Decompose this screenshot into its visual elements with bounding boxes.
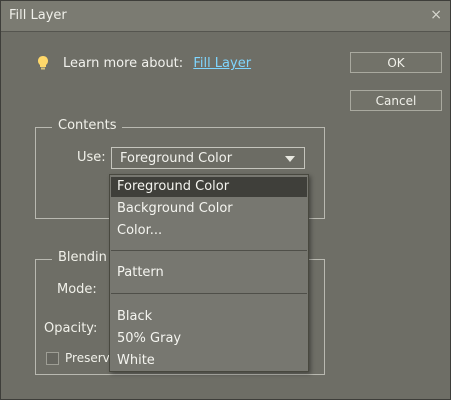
fill-layer-dialog: Fill Layer × Learn more about: Fill Laye…: [0, 0, 451, 400]
preserve-label: Preserv: [65, 351, 110, 365]
dropdown-item-50-gray[interactable]: 50% Gray: [111, 329, 307, 349]
dropdown-item-white[interactable]: White: [111, 351, 307, 371]
mode-label: Mode:: [57, 282, 97, 297]
dropdown-item-background-color[interactable]: Background Color: [111, 199, 307, 219]
blending-title: Blendin: [52, 250, 113, 265]
learn-more-row: Learn more about: Fill Layer: [63, 56, 251, 71]
use-dropdown[interactable]: Foreground Color: [111, 147, 305, 169]
ok-button[interactable]: OK: [350, 52, 442, 73]
title-bar: Fill Layer ×: [1, 1, 450, 32]
close-icon[interactable]: ×: [430, 7, 442, 23]
menu-separator: [111, 293, 307, 294]
dropdown-item-foreground-color[interactable]: Foreground Color: [111, 177, 307, 197]
learn-more-label: Learn more about:: [63, 56, 184, 71]
preserve-checkbox[interactable]: [46, 352, 59, 365]
use-dropdown-value: Foreground Color: [120, 151, 233, 166]
lightbulb-icon: [38, 56, 48, 70]
dropdown-item-black[interactable]: Black: [111, 307, 307, 327]
dialog-title: Fill Layer: [9, 8, 67, 23]
menu-separator: [111, 250, 307, 251]
contents-title: Contents: [52, 118, 123, 133]
use-label: Use:: [77, 150, 106, 165]
chevron-down-icon: [285, 156, 295, 162]
use-dropdown-menu: Foreground Color Background Color Color.…: [109, 174, 309, 372]
learn-more-link[interactable]: Fill Layer: [193, 56, 251, 71]
opacity-label: Opacity:: [44, 321, 98, 336]
cancel-button[interactable]: Cancel: [350, 90, 442, 111]
dropdown-item-pattern[interactable]: Pattern: [111, 263, 307, 283]
dropdown-item-color[interactable]: Color...: [111, 221, 307, 241]
